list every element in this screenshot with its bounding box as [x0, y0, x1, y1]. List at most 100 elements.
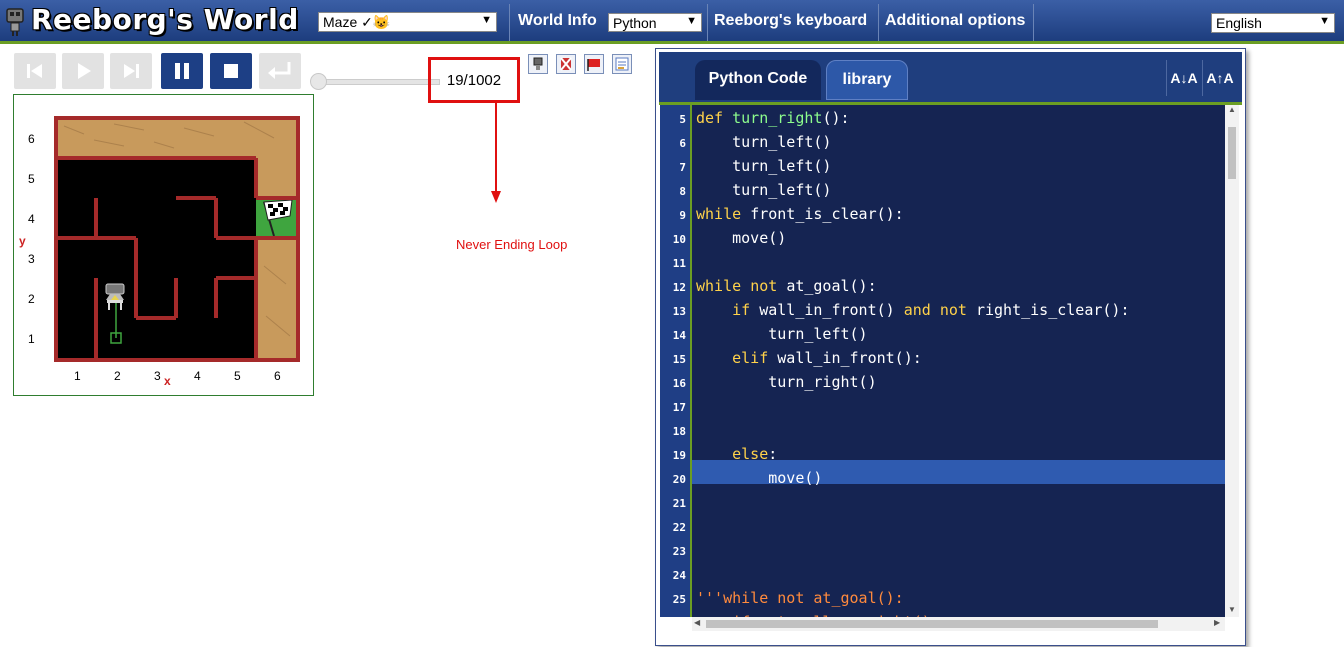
robot-tool-icon[interactable] — [528, 54, 548, 74]
speed-slider[interactable] — [313, 79, 440, 85]
annotation-arrow — [491, 103, 501, 203]
scroll-right-icon[interactable]: ▶ — [1214, 618, 1220, 627]
reload-button[interactable] — [259, 53, 301, 89]
code-token: and not — [903, 301, 976, 319]
language-select[interactable]: Python ▼ — [608, 13, 702, 32]
code-line: turn_left() — [696, 325, 867, 343]
language-select-value: Python — [613, 15, 657, 31]
code-line: turn_left() — [696, 181, 831, 199]
code-line: while front_is_clear(): — [696, 205, 904, 223]
flag-tool-icon[interactable] — [584, 54, 604, 74]
x-tick: 4 — [194, 369, 201, 383]
x-tick: 1 — [74, 369, 81, 383]
increase-font-button[interactable]: A↑A — [1202, 60, 1237, 96]
scroll-up-icon[interactable]: ▲ — [1228, 105, 1236, 114]
stop-button[interactable] — [210, 53, 252, 89]
code-token: '''while not at_goal(): — [696, 589, 904, 607]
y-tick: 6 — [28, 132, 35, 146]
line-number: 7 — [679, 161, 686, 174]
horizontal-scrollbar[interactable]: ◀ ▶ — [692, 617, 1225, 631]
pause-button[interactable] — [161, 53, 203, 89]
code-token: not — [750, 277, 787, 295]
line-number: 18 — [672, 425, 686, 438]
scrollbar-thumb[interactable] — [706, 620, 1158, 628]
line-number: 24 — [672, 569, 686, 582]
menu-divider — [707, 4, 708, 41]
code-line: else: — [696, 445, 777, 463]
x-axis-label: x — [164, 374, 171, 388]
step-counter: 19/1002 — [428, 57, 520, 103]
line-number: 12 — [672, 281, 686, 294]
y-tick: 1 — [28, 332, 35, 346]
code-area[interactable]: 567891011121314151617181920212223242526 … — [660, 105, 1225, 617]
code-token: turn_left() — [696, 133, 832, 151]
x-tick: 2 — [114, 369, 121, 383]
clear-world-icon[interactable] — [556, 54, 576, 74]
maze-grid — [54, 116, 300, 362]
code-line: def turn_right(): — [696, 109, 850, 127]
x-tick: 5 — [234, 369, 241, 383]
code-token: at_goal(): — [786, 277, 877, 295]
edit-world-icon[interactable] — [612, 54, 632, 74]
decrease-font-button[interactable]: A↓A — [1166, 60, 1201, 96]
code-line: turn_right() — [696, 373, 876, 391]
code-token: turn_left() — [696, 157, 832, 175]
step-counter-value: 19/1002 — [446, 72, 502, 89]
scrollbar-thumb[interactable] — [1228, 127, 1236, 179]
code-line: elif wall_in_front(): — [696, 349, 922, 367]
x-tick: 3 — [154, 369, 161, 383]
code-token: wall_in_front(): — [777, 349, 922, 367]
x-tick: 6 — [274, 369, 281, 383]
tab-library[interactable]: library — [826, 60, 908, 100]
run-button[interactable] — [62, 53, 104, 89]
menu-divider — [878, 4, 879, 41]
line-number: 15 — [672, 353, 686, 366]
code-token: : — [768, 445, 778, 463]
locale-select-value: English — [1216, 15, 1262, 31]
line-number: 17 — [672, 401, 686, 414]
code-token: while — [696, 277, 751, 295]
code-token: wall_in_front() — [759, 301, 904, 319]
code-line: '''while not at_goal(): — [696, 589, 904, 607]
code-token: if — [732, 301, 760, 319]
line-number: 8 — [679, 185, 686, 198]
world-info-link[interactable]: World Info — [518, 12, 597, 30]
chevron-down-icon: ▼ — [481, 14, 492, 26]
y-tick: 5 — [28, 172, 35, 186]
line-number: 23 — [672, 545, 686, 558]
code-token: def — [696, 109, 733, 127]
line-number: 25 — [672, 593, 686, 606]
reeborg-keyboard-link[interactable]: Reeborg's keyboard — [714, 12, 867, 30]
speed-slider-handle[interactable] — [310, 73, 327, 90]
line-number: 6 — [679, 137, 686, 150]
line-number: 5 — [679, 113, 686, 126]
step-button[interactable] — [110, 53, 152, 89]
line-number: 13 — [672, 305, 686, 318]
code-token: right_is_clear(): — [975, 301, 1130, 319]
line-number: 11 — [672, 257, 686, 270]
additional-options-link[interactable]: Additional options — [885, 12, 1025, 30]
scroll-left-icon[interactable]: ◀ — [694, 618, 700, 627]
world-select[interactable]: Maze ✓😺 ▼ — [318, 12, 497, 32]
code-token: move() — [696, 229, 787, 247]
code-token: elif — [732, 349, 778, 367]
stop-icon — [224, 64, 238, 78]
line-number: 21 — [672, 497, 686, 510]
y-tick: 3 — [28, 252, 35, 266]
code-token: else — [732, 445, 769, 463]
vertical-scrollbar[interactable]: ▲ ▼ — [1225, 105, 1239, 617]
maze-floor — [56, 158, 256, 358]
scroll-down-icon[interactable]: ▼ — [1228, 605, 1236, 614]
annotation-label: Never Ending Loop — [456, 237, 568, 252]
tab-python-code[interactable]: Python Code — [695, 60, 821, 100]
line-number: 22 — [672, 521, 686, 534]
pause-icon — [175, 63, 189, 79]
code-token: turn_left() — [696, 181, 832, 199]
go-to-start-button[interactable] — [14, 53, 56, 89]
line-number: 20 — [672, 473, 686, 486]
code-token: turn_right — [732, 109, 823, 127]
line-number: 14 — [672, 329, 686, 342]
locale-select[interactable]: English ▼ — [1211, 13, 1335, 33]
